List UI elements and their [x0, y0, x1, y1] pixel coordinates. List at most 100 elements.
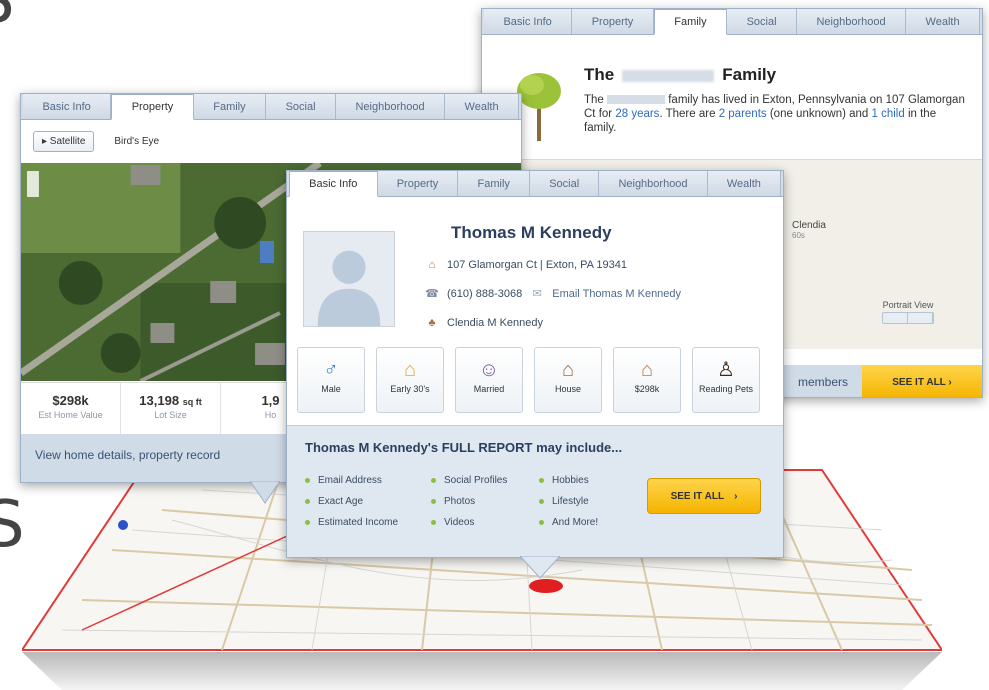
property-window-pointer [250, 481, 280, 504]
house-icon: ⌂ [561, 359, 575, 381]
email-link[interactable]: Email Thomas M Kennedy [552, 288, 681, 300]
relatives-row: ♣ Clendia M Kennedy [425, 317, 543, 329]
tab-property[interactable]: Property [572, 9, 654, 34]
stat-home-value: $298k Est Home Value [21, 383, 121, 434]
partial-letter-bottom: S [0, 488, 25, 562]
trait-marital-label: Married [473, 384, 505, 394]
tab-wealth[interactable]: Wealth [906, 9, 981, 34]
family-desc-a: The [584, 94, 604, 106]
pet-icon: ♙ [717, 359, 735, 381]
trait-age[interactable]: ⌂ Early 30's [376, 347, 444, 413]
home-value-label: Est Home Value [38, 410, 103, 420]
home-value: $298k [52, 393, 89, 408]
envelope-icon: ✉ [532, 288, 542, 300]
relatives-icon: ♣ [428, 317, 436, 329]
basic-window-pointer [520, 556, 560, 579]
full-report-panel: Thomas M Kennedy's FULL REPORT may inclu… [287, 425, 783, 557]
tab-neighborhood[interactable]: Neighborhood [797, 9, 907, 34]
person-name: Thomas M Kennedy [451, 223, 612, 242]
trait-pets-label: Reading Pets [698, 384, 754, 394]
basic-info-window: Basic Info Property Family Social Neighb… [286, 170, 784, 558]
trait-pets[interactable]: ♙ Reading Pets [692, 347, 760, 413]
tab-property[interactable]: Property [111, 94, 194, 120]
lot-size: 13,198 [139, 393, 180, 408]
tab-social[interactable]: Social [530, 171, 600, 196]
report-item: Videos [431, 512, 507, 533]
tab-family[interactable]: Family [653, 9, 728, 35]
report-item: Exact Age [305, 491, 398, 512]
chevron-right-icon: › [734, 490, 738, 502]
partial-letter-top: S [0, 0, 15, 38]
trait-gender[interactable]: ♂ Male [297, 347, 365, 413]
trait-residence[interactable]: ⌂ House [534, 347, 602, 413]
see-it-all-button[interactable]: SEE IT ALL › [647, 478, 761, 514]
tab-social[interactable]: Social [266, 94, 336, 119]
tab-basic-info[interactable]: Basic Info [23, 94, 112, 119]
trait-home-value[interactable]: ⌂ $298k [613, 347, 681, 413]
report-column-1: Email Address Exact Age Estimated Income [305, 470, 398, 533]
report-item: Email Address [305, 470, 398, 491]
tab-neighborhood[interactable]: Neighborhood [336, 94, 446, 119]
trait-gender-label: Male [321, 384, 341, 394]
report-item: Estimated Income [305, 512, 398, 533]
couple-icon: ☺ [478, 359, 500, 381]
stat-lot-size: 13,198 sq ft Lot Size [121, 383, 221, 434]
tab-basic-info[interactable]: Basic Info [289, 171, 378, 197]
trait-home-value-label: $298k [634, 384, 660, 394]
map-view-toolbar: ▸ Satellite Bird's Eye [21, 120, 521, 162]
basic-tab-bar: Basic Info Property Family Social Neighb… [287, 171, 783, 197]
tab-basic-info[interactable]: Basic Info [484, 9, 573, 34]
family-see-all-button[interactable]: SEE IT ALL › [862, 365, 982, 397]
family-title: The Family [584, 65, 776, 85]
address-text: 107 Glamorgan Ct | Exton, PA 19341 [447, 259, 627, 271]
tab-property[interactable]: Property [377, 171, 459, 196]
trait-marital[interactable]: ☺ Married [455, 347, 523, 413]
family-desc-c: . There are [659, 108, 716, 120]
phone-icon: ☎ [425, 288, 439, 300]
years-link[interactable]: 28 years [615, 108, 659, 120]
parents-link[interactable]: 2 parents [719, 108, 767, 120]
map-place-sub: 60s [792, 231, 805, 240]
avatar [303, 231, 395, 327]
portrait-view-toggle[interactable] [882, 312, 934, 324]
tab-neighborhood[interactable]: Neighborhood [599, 171, 708, 196]
tab-family[interactable]: Family [193, 94, 267, 119]
family-title-suffix: Family [722, 65, 777, 84]
report-item: Hobbies [539, 470, 598, 491]
property-tab-bar: Basic Info Property Family Social Neighb… [21, 94, 521, 120]
trait-age-label: Early 30's [390, 384, 430, 394]
report-item: Lifestyle [539, 491, 598, 512]
portrait-view[interactable]: Portrait View [882, 300, 934, 324]
map-place-label: Clendia 60s [792, 220, 826, 240]
report-title: Thomas M Kennedy's FULL REPORT may inclu… [305, 440, 623, 455]
contact-row: ☎ (610) 888-3068 ✉ Email Thomas M Kenned… [425, 287, 681, 301]
tab-wealth[interactable]: Wealth [707, 171, 782, 196]
birds-eye-button[interactable]: Bird's Eye [114, 136, 159, 147]
tab-wealth[interactable]: Wealth [445, 94, 520, 119]
trait-residence-label: House [554, 384, 581, 394]
tab-family[interactable]: Family [458, 171, 531, 196]
male-icon: ♂ [323, 359, 339, 381]
report-column-3: Hobbies Lifestyle And More! [539, 470, 598, 533]
redacted-surname-inline [607, 95, 666, 105]
map-place-name: Clendia [792, 220, 826, 231]
lot-size-unit: sq ft [182, 397, 202, 407]
cake-icon: ⌂ [403, 359, 417, 381]
report-item: And More! [539, 512, 598, 533]
report-item: Photos [431, 491, 507, 512]
lot-size-label: Lot Size [154, 410, 187, 420]
child-link[interactable]: 1 child [872, 108, 905, 120]
phone-text: (610) 888-3068 [447, 287, 523, 300]
family-description: The family has lived in Exton, Pennsylva… [584, 93, 969, 135]
redacted-surname [622, 69, 715, 82]
family-desc-d: (one unknown) and [769, 108, 869, 120]
tab-social[interactable]: Social [727, 9, 797, 34]
satellite-button[interactable]: ▸ Satellite [33, 130, 95, 152]
relative-link[interactable]: Clendia M Kennedy [447, 317, 543, 329]
report-item: Social Profiles [431, 470, 507, 491]
address-row: ⌂ 107 Glamorgan Ct | Exton, PA 19341 [425, 259, 627, 271]
house-icon: ⌂ [428, 259, 436, 271]
see-it-all-label: SEE IT ALL [670, 490, 725, 502]
home-value-icon: ⌂ [640, 359, 654, 381]
person-silhouette-icon [317, 250, 381, 326]
